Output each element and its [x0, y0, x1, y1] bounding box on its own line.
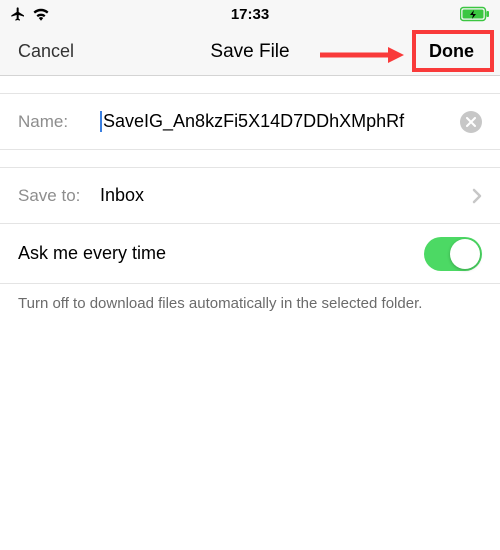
status-bar: 17:33: [0, 0, 500, 28]
battery-charging-icon: [460, 6, 490, 22]
name-label: Name:: [18, 112, 100, 132]
ask-every-time-row: Ask me every time: [0, 224, 500, 284]
save-to-label: Save to:: [18, 186, 100, 206]
cancel-button[interactable]: Cancel: [18, 41, 74, 62]
wifi-icon: [32, 7, 50, 21]
status-time: 17:33: [231, 6, 269, 23]
hint-text: Turn off to download files automatically…: [0, 284, 500, 314]
status-right: [460, 6, 490, 22]
spacer: [0, 150, 500, 168]
save-to-row[interactable]: Save to: Inbox: [0, 168, 500, 224]
done-button[interactable]: Done: [421, 35, 482, 68]
chevron-right-icon: [472, 188, 482, 204]
ask-every-time-toggle[interactable]: [424, 237, 482, 271]
status-left: [10, 6, 50, 22]
switch-thumb: [450, 239, 480, 269]
save-to-value: Inbox: [100, 185, 472, 206]
name-input[interactable]: SaveIG_An8kzFi5X14D7DDhXMphRf: [100, 111, 460, 132]
page-title: Save File: [210, 41, 289, 63]
close-icon: [466, 117, 476, 127]
spacer: [0, 76, 500, 94]
airplane-mode-icon: [10, 6, 26, 22]
ask-every-time-label: Ask me every time: [18, 243, 166, 264]
clear-button[interactable]: [460, 111, 482, 133]
nav-bar: Cancel Save File Done: [0, 28, 500, 76]
name-row[interactable]: Name: SaveIG_An8kzFi5X14D7DDhXMphRf: [0, 94, 500, 150]
